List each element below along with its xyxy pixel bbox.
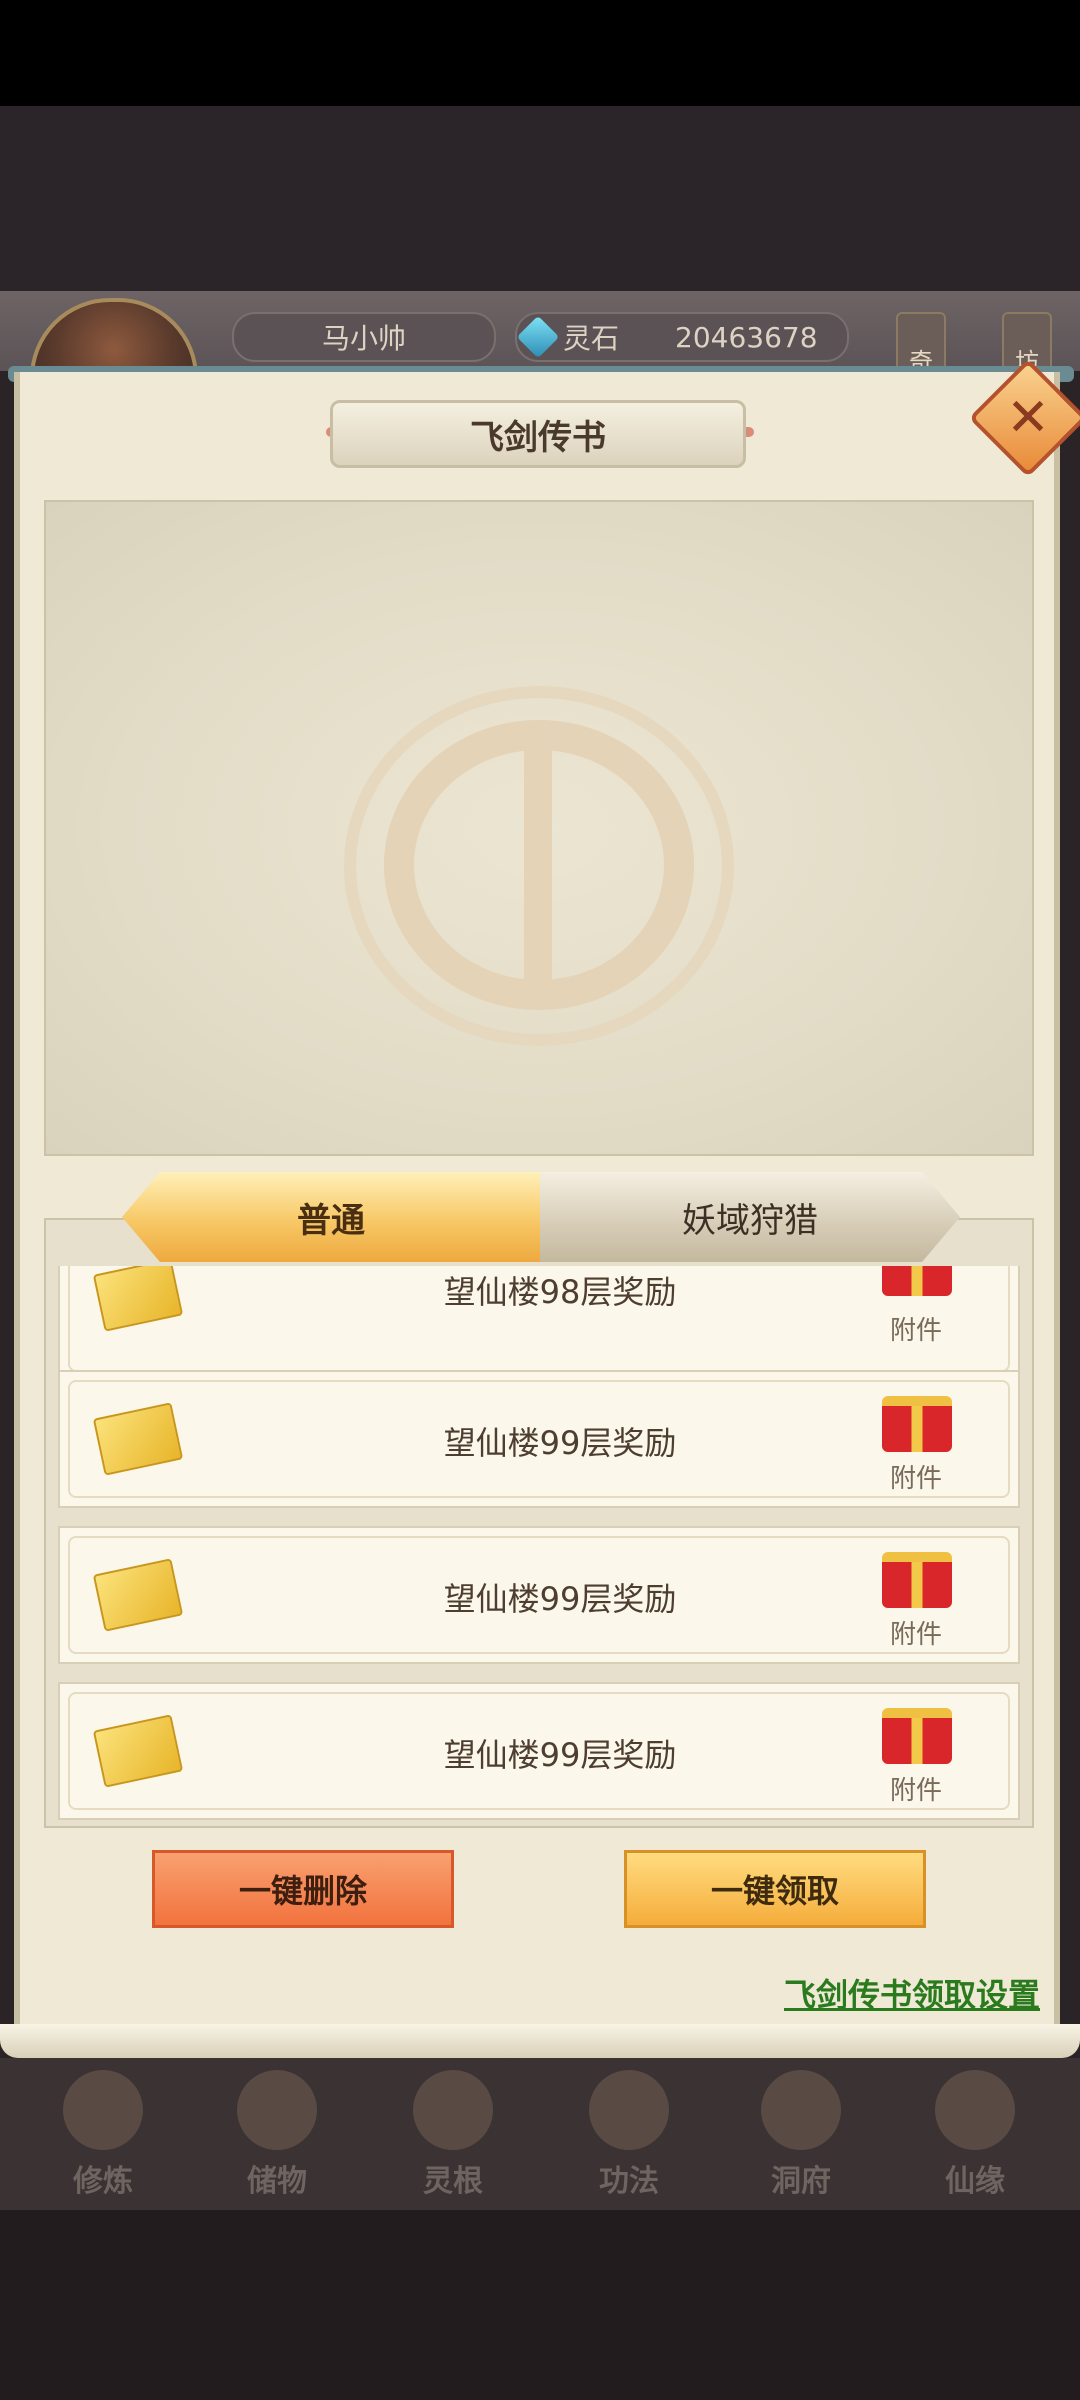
nav-label: 储物 — [247, 2164, 307, 2199]
nav-techniques[interactable]: 功法 — [554, 2070, 704, 2210]
gift-box-icon — [882, 1266, 952, 1296]
gift-box-icon — [882, 1552, 952, 1608]
player-name-text: 马小帅 — [321, 322, 406, 355]
currency-value: 20463678 — [675, 320, 818, 354]
attachment-label: 附件 — [889, 1620, 942, 1650]
spirit-stone-counter: 灵石 20463678 — [515, 312, 849, 362]
storage-bag-icon — [237, 2070, 317, 2150]
nav-cave[interactable]: 洞府 — [726, 2070, 876, 2210]
gift-box-icon — [882, 1396, 952, 1452]
attachment-label: 附件 — [889, 1776, 942, 1806]
mail-title: 望仙楼99层奖励 — [443, 1736, 677, 1774]
dimmed-background — [0, 106, 1080, 291]
mail-title: 望仙楼99层奖励 — [443, 1424, 677, 1462]
spirit-root-icon — [413, 2070, 493, 2150]
nav-label: 功法 — [599, 2164, 659, 2199]
tab-demon-hunt[interactable]: 妖域狩猎 — [540, 1172, 960, 1262]
nav-storage[interactable]: 储物 — [202, 2070, 352, 2210]
attachment-label: 附件 — [889, 1464, 942, 1494]
nav-label: 仙缘 — [945, 2164, 1005, 2199]
claim-all-button[interactable]: 一键领取 — [624, 1850, 926, 1928]
close-icon[interactable]: ✕ — [986, 376, 1070, 460]
mail-title: 望仙楼99层奖励 — [443, 1580, 677, 1618]
nav-cultivate[interactable]: 修炼 — [28, 2070, 178, 2210]
mail-list[interactable]: 望仙楼98层奖励 附件 望仙楼99层奖励 附件 望仙楼99层奖励 附件 望仙楼9… — [58, 1266, 1020, 1820]
player-name: 马小帅 — [232, 312, 496, 362]
nav-label: 灵根 — [423, 2164, 483, 2199]
tab-normal[interactable]: 普通 — [122, 1172, 540, 1262]
cave-gate-icon — [761, 2070, 841, 2150]
gift-box-icon — [882, 1708, 952, 1764]
mail-item[interactable]: 望仙楼99层奖励 附件 — [58, 1682, 1020, 1820]
mail-title: 望仙楼98层奖励 — [443, 1273, 677, 1311]
bottom-bar — [0, 2210, 1080, 2400]
nav-spirit-root[interactable]: 灵根 — [378, 2070, 528, 2210]
gourd-icon — [935, 2070, 1015, 2150]
nav-fortune[interactable]: 仙缘 — [900, 2070, 1050, 2210]
mail-item[interactable]: 望仙楼99层奖励 附件 — [58, 1526, 1020, 1664]
currency-label: 灵石 — [563, 322, 620, 355]
status-bar — [0, 0, 1080, 106]
dialog-title: 飞剑传书 — [330, 400, 746, 468]
mail-item[interactable]: 望仙楼98层奖励 附件 — [58, 1266, 1020, 1382]
scroll-bottom-rod — [0, 2024, 1080, 2058]
mail-claim-settings-link[interactable]: 飞剑传书领取设置 — [720, 1970, 1040, 2018]
book-icon — [589, 2070, 669, 2150]
nav-label: 洞府 — [771, 2164, 831, 2199]
delete-all-button[interactable]: 一键删除 — [152, 1850, 454, 1928]
attachment-label: 附件 — [889, 1316, 942, 1346]
spirit-stone-icon — [516, 315, 560, 359]
cloud-emblem-bar — [524, 740, 552, 1010]
mail-item[interactable]: 望仙楼99层奖励 附件 — [58, 1370, 1020, 1508]
nav-label: 修炼 — [73, 2164, 133, 2199]
cultivate-icon — [63, 2070, 143, 2150]
